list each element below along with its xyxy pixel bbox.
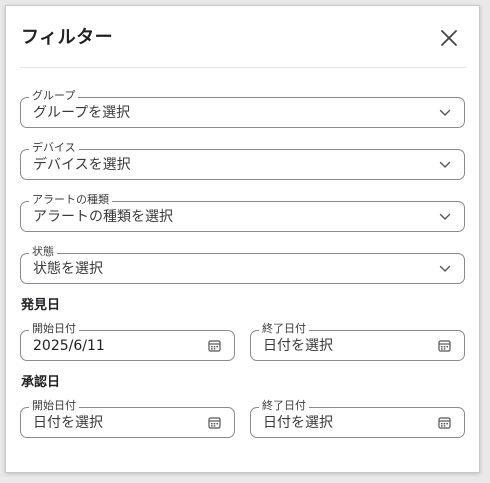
approval-start-placeholder: 日付を選択	[33, 415, 103, 431]
status-label: 状態	[29, 245, 57, 259]
chevron-down-icon	[439, 265, 451, 272]
approval-start-label: 開始日付	[29, 399, 79, 413]
group-label: グループ	[29, 89, 79, 103]
approval-start-date-field[interactable]: 開始日付 日付を選択	[20, 399, 235, 438]
calendar-icon[interactable]	[208, 416, 221, 429]
calendar-icon[interactable]	[438, 339, 451, 352]
chevron-down-icon	[439, 161, 451, 168]
filter-dialog: フィルター グループ グループを選択 デバイス デバイスを選択 アラートの種類 …	[5, 5, 480, 473]
dialog-title: フィルター	[21, 27, 114, 48]
alert-type-label: アラートの種類	[29, 193, 112, 207]
alert-type-select[interactable]: アラートの種類 アラートの種類を選択	[20, 193, 465, 232]
chevron-down-icon	[439, 109, 451, 116]
discovery-end-placeholder: 日付を選択	[263, 338, 333, 354]
chevron-down-icon	[439, 213, 451, 220]
alert-type-placeholder: アラートの種類を選択	[33, 209, 173, 225]
group-select[interactable]: グループ グループを選択	[20, 89, 465, 128]
calendar-icon[interactable]	[438, 416, 451, 429]
approval-end-placeholder: 日付を選択	[263, 415, 333, 431]
discovery-end-label: 終了日付	[259, 322, 309, 336]
close-icon	[441, 30, 457, 46]
device-label: デバイス	[29, 141, 79, 155]
device-select[interactable]: デバイス デバイスを選択	[20, 141, 465, 180]
discovery-start-label: 開始日付	[29, 322, 79, 336]
status-select[interactable]: 状態 状態を選択	[20, 245, 465, 284]
close-button[interactable]	[434, 23, 464, 53]
approval-end-date-field[interactable]: 終了日付 日付を選択	[250, 399, 465, 438]
discovery-start-date-field[interactable]: 開始日付 2025/6/11	[20, 322, 235, 361]
group-placeholder: グループを選択	[33, 105, 131, 121]
discovery-end-date-field[interactable]: 終了日付 日付を選択	[250, 322, 465, 361]
status-placeholder: 状態を選択	[33, 261, 103, 277]
discovery-date-heading: 発見日	[21, 298, 61, 313]
header-divider	[20, 67, 466, 68]
calendar-icon[interactable]	[208, 339, 221, 352]
approval-date-heading: 承認日	[21, 375, 61, 390]
discovery-start-value: 2025/6/11	[33, 338, 105, 354]
approval-end-label: 終了日付	[259, 399, 309, 413]
device-placeholder: デバイスを選択	[33, 157, 131, 173]
